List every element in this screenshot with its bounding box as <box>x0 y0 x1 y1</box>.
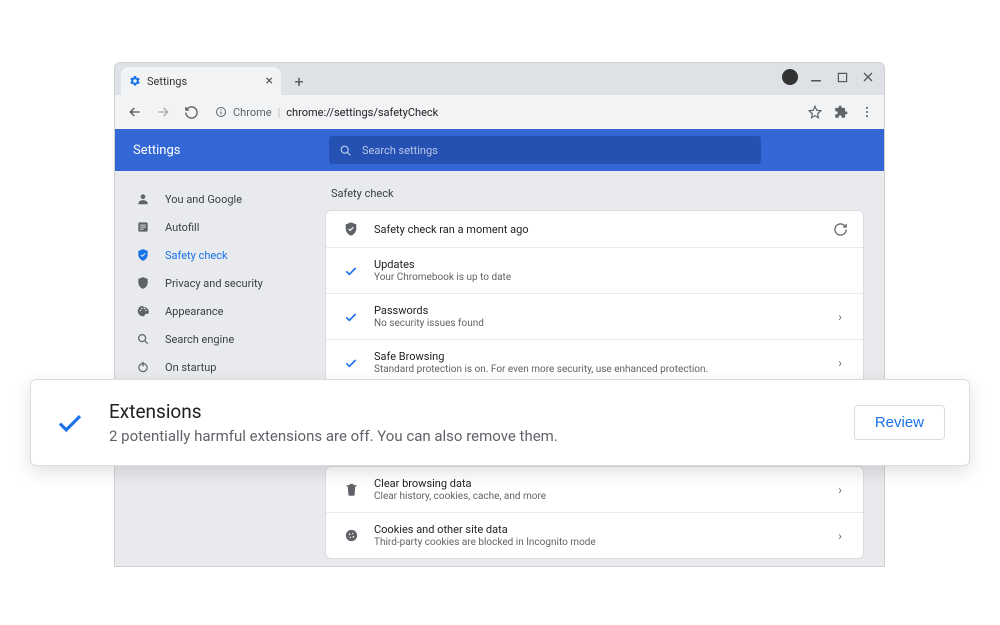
autofill-icon <box>135 220 151 234</box>
row-subtitle: Your Chromebook is up to date <box>374 272 847 283</box>
settings-title: Settings <box>133 143 301 158</box>
row-subtitle: Clear history, cookies, cache, and more <box>374 491 819 502</box>
menu-dots-icon[interactable] <box>860 105 874 119</box>
search-settings-input[interactable]: Search settings <box>329 136 761 164</box>
sidebar-item-label: Appearance <box>165 305 224 318</box>
row-title: Updates <box>374 258 847 271</box>
sidebar-item-safety-check[interactable]: Safety check <box>115 241 315 269</box>
row-title: Clear browsing data <box>374 477 819 490</box>
extensions-callout: Extensions 2 potentially harmful extensi… <box>30 379 970 466</box>
forward-button[interactable] <box>153 102 173 122</box>
safety-check-header-row: Safety check ran a moment ago <box>326 211 863 247</box>
chevron-right-icon: › <box>833 529 847 543</box>
settings-sidebar: You and Google Autofill Safety check Pri… <box>115 171 315 566</box>
sidebar-item-label: You and Google <box>165 193 242 206</box>
tab-title: Settings <box>147 75 187 88</box>
address-bar[interactable]: Chrome | chrome://settings/safetyCheck <box>209 100 800 124</box>
sidebar-item-label: Privacy and security <box>165 277 263 290</box>
search-icon <box>135 332 151 346</box>
row-title: Passwords <box>374 304 819 317</box>
browser-tab-settings[interactable]: Settings × <box>121 67 281 95</box>
privacy-card: Clear browsing data Clear history, cooki… <box>325 466 864 559</box>
check-icon <box>342 355 360 371</box>
row-subtitle: Third-party cookies are blocked in Incog… <box>374 537 819 548</box>
row-title: Cookies and other site data <box>374 523 819 536</box>
security-icon <box>135 276 151 290</box>
shield-check-icon <box>135 248 151 262</box>
safety-check-card: Safety check ran a moment ago Updates Yo… <box>325 210 864 386</box>
clear-browsing-data-row[interactable]: Clear browsing data Clear history, cooki… <box>326 467 863 512</box>
safety-check-updates-row[interactable]: Updates Your Chromebook is up to date <box>326 247 863 293</box>
search-icon <box>339 144 352 157</box>
row-subtitle: Standard protection is on. For even more… <box>374 364 819 375</box>
sidebar-item-privacy[interactable]: Privacy and security <box>115 269 315 297</box>
gear-icon <box>129 75 141 87</box>
sidebar-item-you-and-google[interactable]: You and Google <box>115 185 315 213</box>
row-title: Safe Browsing <box>374 350 819 363</box>
rerun-safety-check-button[interactable] <box>833 222 847 237</box>
cookies-row[interactable]: Cookies and other site data Third-party … <box>326 512 863 558</box>
browser-toolbar: Chrome | chrome://settings/safetyCheck <box>115 95 884 129</box>
safety-check-header-title: Safety check ran a moment ago <box>374 223 819 236</box>
address-chrome-label: Chrome <box>233 106 272 119</box>
chevron-right-icon: › <box>833 483 847 497</box>
search-placeholder: Search settings <box>362 144 438 157</box>
sidebar-item-label: Autofill <box>165 221 199 234</box>
shield-filled-icon <box>342 221 360 237</box>
bookmark-star-icon[interactable] <box>808 105 822 119</box>
back-button[interactable] <box>125 102 145 122</box>
safety-check-heading: Safety check <box>325 187 864 200</box>
cookie-icon <box>342 528 360 543</box>
settings-page: Settings Search settings You and Google … <box>115 129 884 566</box>
trash-icon <box>342 482 360 497</box>
palette-icon <box>135 304 151 318</box>
maximize-icon[interactable] <box>834 69 850 85</box>
person-icon <box>135 192 151 206</box>
new-tab-button[interactable]: + <box>287 69 311 93</box>
check-icon <box>342 263 360 279</box>
sidebar-item-label: Search engine <box>165 333 234 346</box>
sidebar-item-search-engine[interactable]: Search engine <box>115 325 315 353</box>
chevron-right-icon: › <box>833 310 847 324</box>
row-subtitle: No security issues found <box>374 318 819 329</box>
address-url: chrome://settings/safetyCheck <box>286 106 438 119</box>
check-icon <box>342 309 360 325</box>
settings-header: Settings Search settings <box>115 129 884 171</box>
site-info-icon[interactable] <box>215 106 227 118</box>
tab-strip: Settings × + <box>115 63 884 95</box>
safety-check-passwords-row[interactable]: Passwords No security issues found › <box>326 293 863 339</box>
reload-button[interactable] <box>181 102 201 122</box>
sidebar-item-on-startup[interactable]: On startup <box>115 353 315 381</box>
callout-title: Extensions <box>109 400 830 423</box>
settings-main-panel: Safety check Safety check ran a moment a… <box>315 171 884 566</box>
callout-subtitle: 2 potentially harmful extensions are off… <box>109 427 830 445</box>
sidebar-item-label: Safety check <box>165 249 228 262</box>
close-icon[interactable]: × <box>266 73 273 89</box>
check-icon <box>55 408 85 438</box>
window-controls <box>782 69 876 85</box>
minimize-icon[interactable] <box>808 69 824 85</box>
close-window-icon[interactable] <box>860 69 876 85</box>
sidebar-item-appearance[interactable]: Appearance <box>115 297 315 325</box>
sidebar-item-label: On startup <box>165 361 216 374</box>
extensions-icon[interactable] <box>834 105 848 119</box>
chevron-right-icon: › <box>833 356 847 370</box>
sidebar-item-autofill[interactable]: Autofill <box>115 213 315 241</box>
power-icon <box>135 360 151 374</box>
browser-window: Settings × + Chrome | chrome://settings/… <box>114 62 885 567</box>
review-button[interactable]: Review <box>854 405 945 440</box>
unknown-dot-icon[interactable] <box>782 69 798 85</box>
settings-body: You and Google Autofill Safety check Pri… <box>115 171 884 566</box>
address-separator: | <box>278 106 281 119</box>
